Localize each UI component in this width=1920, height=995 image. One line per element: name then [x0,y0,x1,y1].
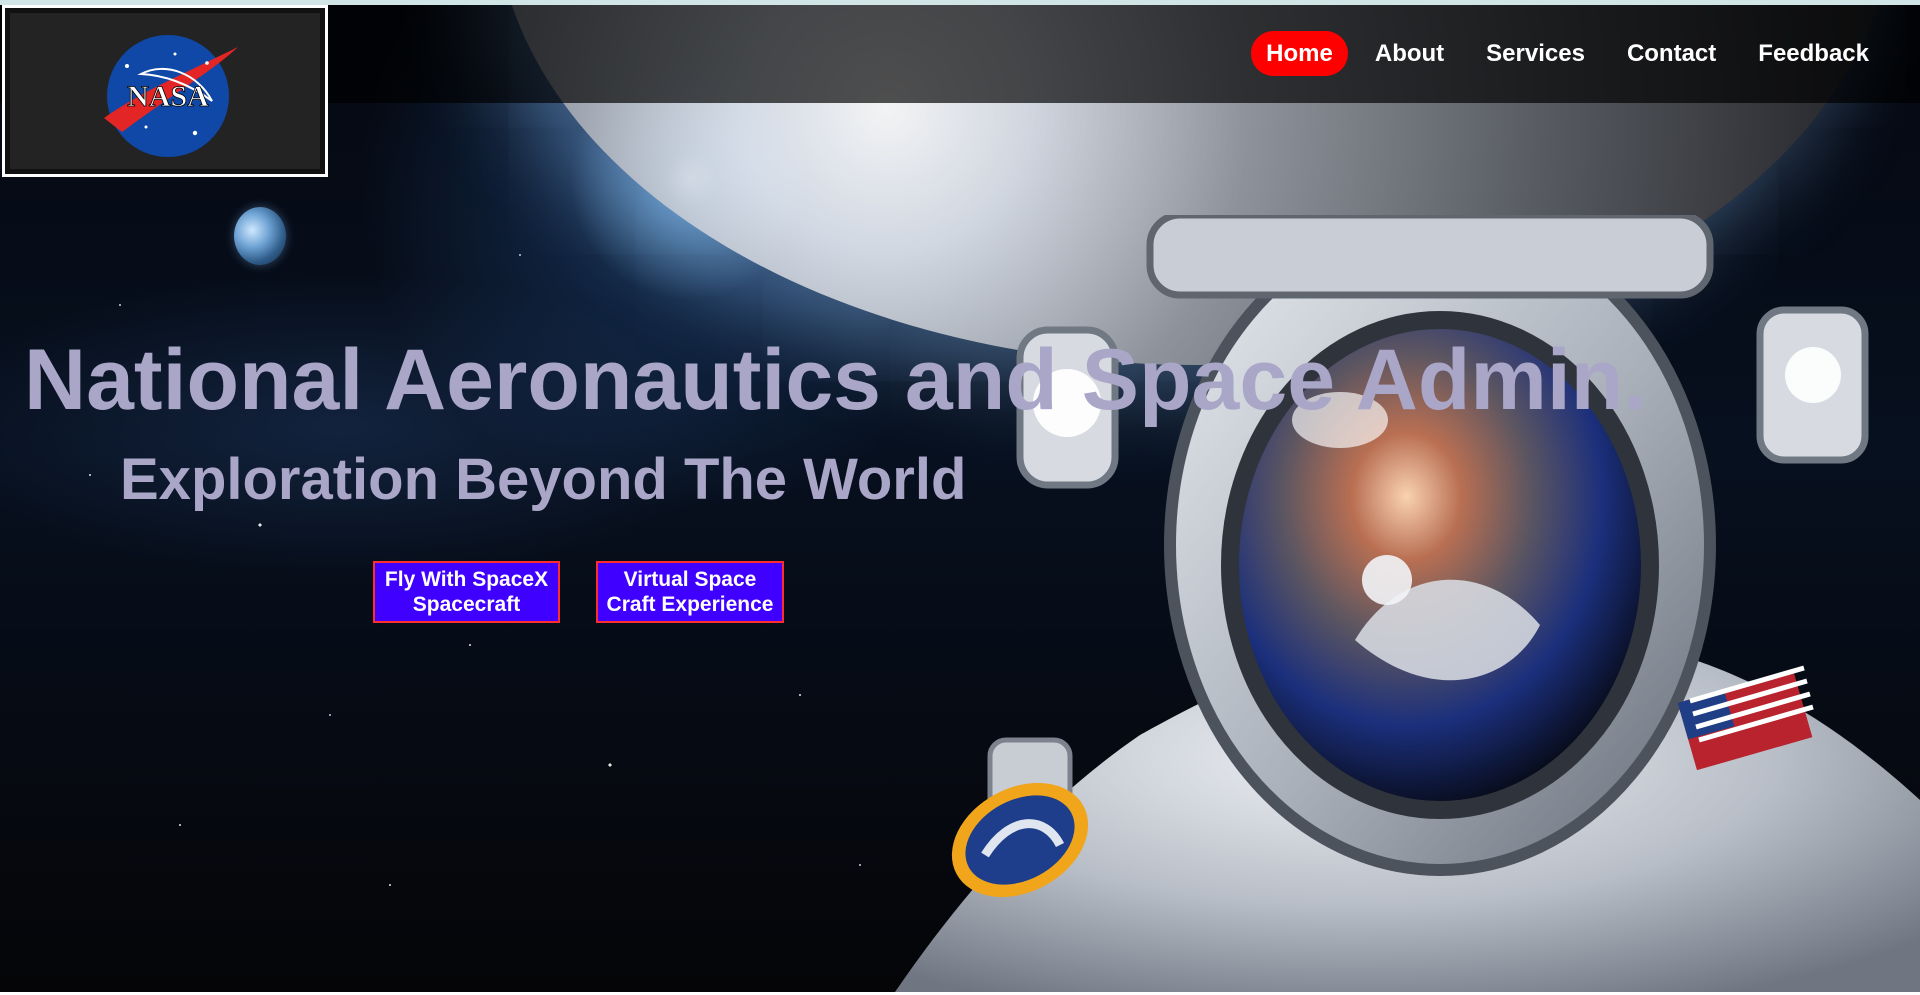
nav-feedback-link[interactable]: Feedback [1743,31,1884,76]
fly-with-spacex-button[interactable]: Fly With SpaceX Spacecraft [373,561,560,623]
virtual-space-experience-button-line1: Virtual Space [623,568,757,591]
nav-about-link[interactable]: About [1360,31,1459,76]
virtual-space-experience-button-line2: Craft Experience [606,593,774,616]
nav-home-link[interactable]: Home [1251,31,1348,76]
nav-contact-link[interactable]: Contact [1612,31,1731,76]
main-navigation: Home About Services Contact Feedback [1251,31,1884,76]
fly-with-spacex-button-line1: Fly With SpaceX [384,568,549,591]
hero-subtitle: Exploration Beyond The World [120,447,967,512]
nasa-logo-box[interactable]: NASA [2,5,328,177]
nasa-page: NASA Home About Services Contact Feedbac… [0,0,1920,995]
fly-with-spacex-button-line2: Spacecraft [412,593,521,616]
nasa-logo-icon: NASA [104,35,238,157]
earth-icon [234,207,286,265]
nasa-logo-text: NASA [127,80,209,113]
nav-services-link[interactable]: Services [1471,31,1600,76]
hero-title: National Aeronautics and Space Admin. [24,332,1648,428]
logo-background: NASA [10,13,320,169]
virtual-space-experience-button[interactable]: Virtual Space Craft Experience [596,561,784,623]
